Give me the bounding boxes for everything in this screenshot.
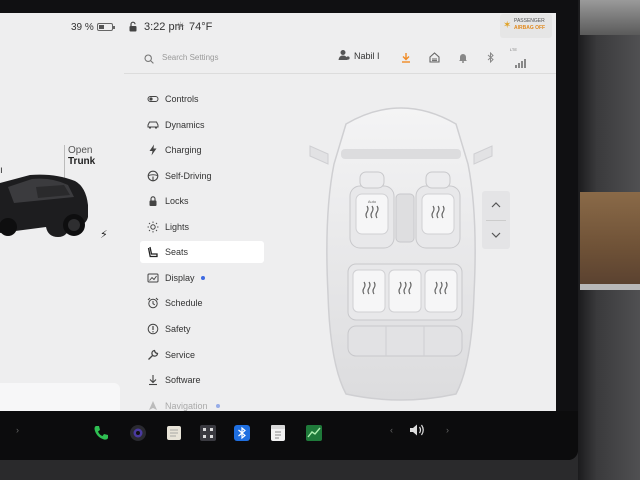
- alert-circle-icon: [147, 323, 159, 335]
- chevron-up-icon: [491, 202, 501, 208]
- nav-item-schedule[interactable]: Schedule: [140, 292, 264, 314]
- wrench-icon: [147, 349, 159, 361]
- nav-label: Schedule: [165, 298, 203, 308]
- passenger-airbag-indicator: ✶ PASSENGER AIRBAG OFF: [500, 14, 552, 38]
- nav-item-charging[interactable]: Charging: [140, 139, 264, 161]
- scroll-down-button[interactable]: [482, 221, 510, 249]
- airbag-label-top: PASSENGER: [514, 18, 545, 24]
- airbag-label-bottom: AIRBAG OFF: [514, 25, 546, 31]
- nav-item-software[interactable]: Software: [140, 369, 264, 391]
- svg-text:Auto: Auto: [368, 199, 377, 204]
- settings-header: Nabil I LTE: [124, 40, 556, 74]
- toggle-icon: [147, 93, 159, 105]
- open-trunk-button[interactable]: Open Trunk: [68, 145, 95, 167]
- nav-item-controls[interactable]: Controls: [140, 88, 264, 110]
- nav-label: Safety: [165, 324, 191, 334]
- nav-item-safety[interactable]: Safety: [140, 318, 264, 340]
- nav-item-service[interactable]: Service: [140, 344, 264, 366]
- nav-item-self-driving[interactable]: Self-Driving: [140, 165, 264, 187]
- nav-label: Charging: [165, 145, 202, 155]
- settings-panel: Nabil I LTE Controls: [124, 40, 556, 411]
- bluetooth-icon[interactable]: [487, 50, 495, 68]
- settings-search-input[interactable]: [162, 49, 302, 65]
- lock-icon: [147, 195, 159, 207]
- nav-label: Self-Driving: [165, 171, 212, 181]
- nav-label: Locks: [165, 196, 189, 206]
- display-icon: [147, 272, 159, 284]
- car-icon: [147, 119, 159, 131]
- seat-icon: [147, 246, 159, 258]
- airbag-icon: ✶: [503, 20, 512, 31]
- volume-down-chevron-icon[interactable]: ‹: [390, 425, 393, 435]
- nav-label: Display: [165, 273, 195, 283]
- notepad-icon[interactable]: [165, 424, 183, 442]
- bluetooth-icon[interactable]: [233, 424, 251, 442]
- nav-label: Software: [165, 375, 201, 385]
- status-bar: 39 % 3:22 pm ☀ 74°F ✶ PASSENGER AIRBAG O…: [0, 13, 556, 40]
- steering-wheel-icon: [147, 170, 159, 182]
- nav-label: Navigation: [165, 401, 208, 411]
- update-dot: [201, 276, 205, 280]
- cellular-signal-icon: [515, 50, 527, 68]
- charge-port-icon[interactable]: ⚡: [100, 228, 108, 241]
- nav-item-display[interactable]: Display: [140, 267, 264, 289]
- chevron-right-icon[interactable]: ›: [16, 425, 19, 435]
- camera-icon[interactable]: [129, 424, 147, 442]
- outside-temperature: 74°F: [189, 21, 213, 33]
- notification-bell-icon[interactable]: [458, 50, 468, 68]
- nav-item-seats[interactable]: Seats: [140, 241, 264, 263]
- person-icon: [338, 49, 350, 63]
- stocks-icon[interactable]: [305, 424, 323, 442]
- seat-heater-diagram: Auto: [306, 94, 496, 409]
- toybox-icon[interactable]: [199, 424, 217, 442]
- lock-icon[interactable]: [128, 21, 138, 35]
- volume-up-chevron-icon[interactable]: ›: [446, 425, 449, 435]
- volume-icon[interactable]: [408, 422, 428, 443]
- trunk-label-action: Open: [68, 145, 93, 156]
- nav-item-lights[interactable]: Lights: [140, 216, 264, 238]
- update-dot: [216, 404, 220, 408]
- calendar-icon[interactable]: [269, 424, 287, 442]
- lightning-icon: [147, 144, 159, 156]
- nav-label: Dynamics: [165, 120, 205, 130]
- alarm-clock-icon: [147, 297, 159, 309]
- car-panel: Open Trunk ı ⚡: [0, 40, 124, 451]
- nav-item-dynamics[interactable]: Dynamics: [140, 114, 264, 136]
- scroll-up-button[interactable]: [482, 191, 510, 219]
- battery-icon: [97, 23, 115, 31]
- nav-label: Lights: [165, 222, 190, 232]
- wood-trim-panel: [580, 192, 640, 284]
- chevron-down-icon: [491, 232, 501, 238]
- battery-percent: 39 %: [71, 22, 94, 33]
- car-render: [0, 165, 100, 260]
- app-dock: › ‹ ›: [0, 411, 578, 460]
- profile-name: Nabil I: [354, 51, 380, 61]
- search-icon: [144, 51, 154, 69]
- window-glare: [580, 0, 640, 35]
- weather-icon: ☀: [176, 21, 185, 32]
- nav-item-locks[interactable]: Locks: [140, 190, 264, 212]
- sun-icon: [147, 221, 159, 233]
- download-icon: [147, 374, 159, 386]
- homelink-icon[interactable]: [429, 50, 440, 68]
- nav-label: Seats: [165, 247, 189, 257]
- nav-label: Service: [165, 350, 196, 360]
- download-icon[interactable]: [401, 50, 411, 68]
- touchscreen: 39 % 3:22 pm ☀ 74°F ✶ PASSENGER AIRBAG O…: [0, 0, 578, 460]
- nav-label: Controls: [165, 94, 199, 104]
- seat-view-scroll: [482, 191, 510, 249]
- chrome-trim: [580, 284, 640, 290]
- phone-icon[interactable]: [92, 424, 110, 442]
